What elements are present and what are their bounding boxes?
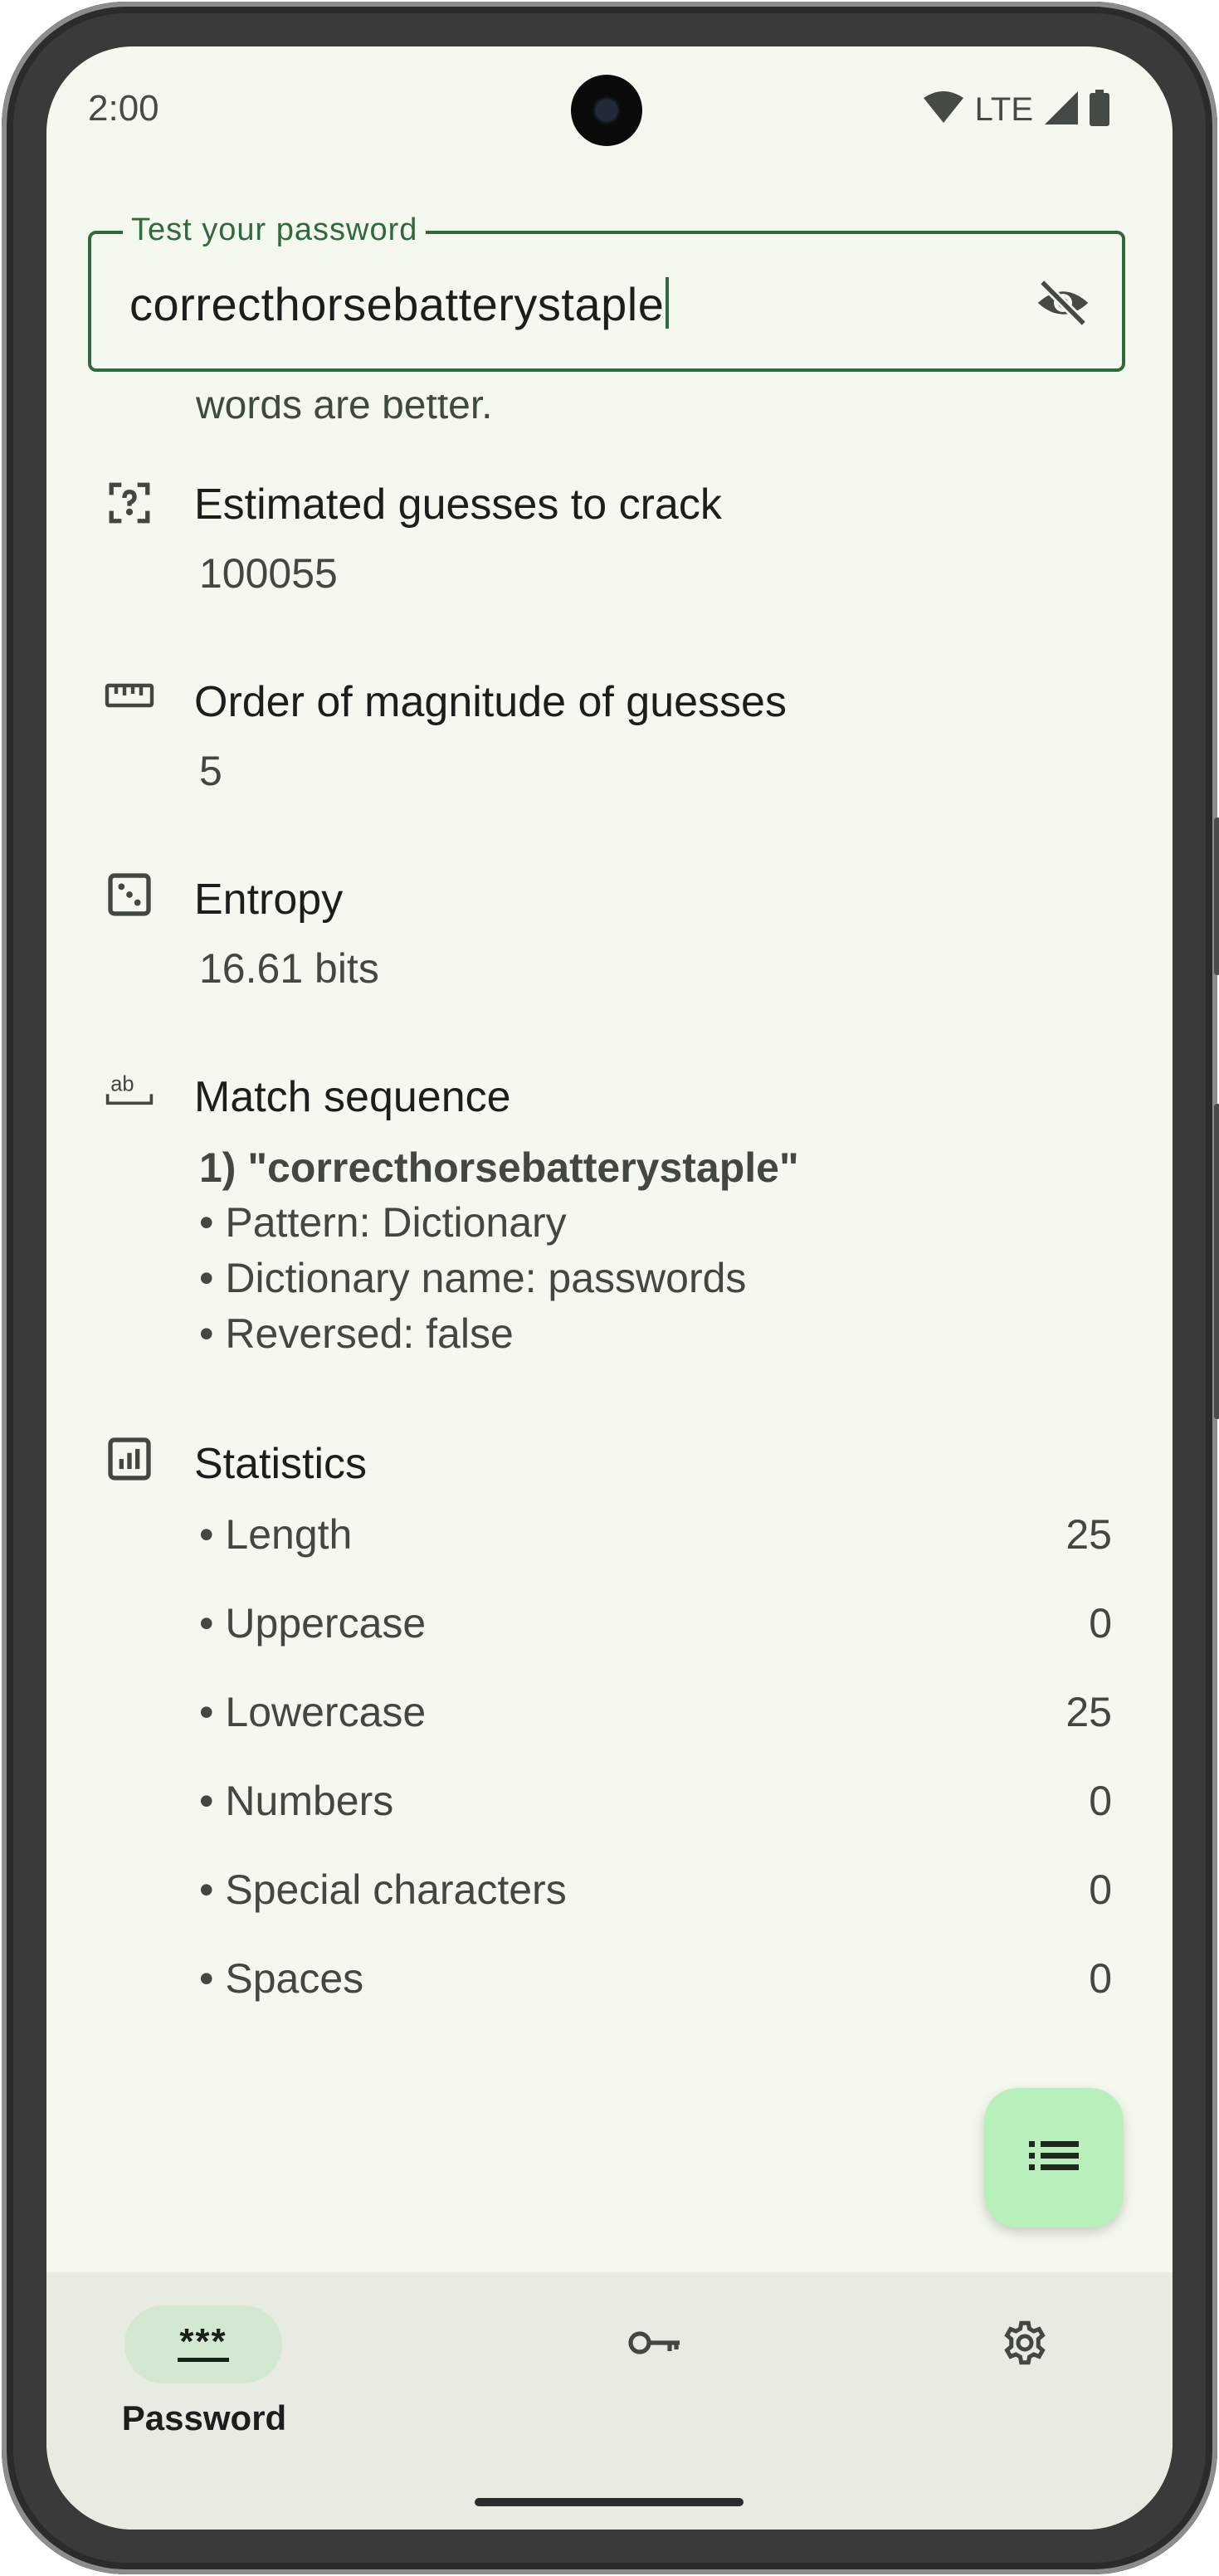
stat-value: 0 bbox=[1089, 1778, 1112, 1824]
volume-button bbox=[1214, 817, 1219, 975]
nav-pill-settings[interactable] bbox=[946, 2305, 1104, 2383]
stat-label: • Length bbox=[199, 1511, 353, 1558]
guesses-title: Estimated guesses to crack bbox=[194, 481, 722, 529]
match-item-pattern: • Pattern: Dictionary bbox=[199, 1199, 567, 1246]
password-icon-underline bbox=[178, 2357, 229, 2362]
entropy-value: 16.61 bits bbox=[199, 945, 379, 992]
ruler-icon bbox=[105, 671, 154, 720]
password-icon: *** bbox=[178, 2320, 229, 2362]
unknown-document-icon bbox=[105, 478, 154, 528]
entropy-title: Entropy bbox=[194, 876, 344, 924]
magnitude-value: 5 bbox=[199, 748, 222, 794]
match-title: Match sequence bbox=[194, 1073, 511, 1121]
password-input-label: Test your password bbox=[123, 212, 427, 248]
stat-value: 0 bbox=[1089, 1600, 1112, 1647]
toggle-visibility-button[interactable] bbox=[1034, 276, 1092, 334]
statistics-chart-icon bbox=[105, 1434, 154, 1484]
text-match-icon: ab bbox=[105, 1064, 154, 1114]
strength-feedback-text: words are better. bbox=[196, 383, 493, 427]
match-item-dictionary: • Dictionary name: passwords bbox=[199, 1255, 747, 1301]
stat-value: 0 bbox=[1089, 1866, 1112, 1913]
results-list[interactable]: words are better. Test your password cor… bbox=[46, 46, 1173, 2530]
password-icon-glyph: *** bbox=[179, 2320, 227, 2362]
list-icon bbox=[1029, 2138, 1079, 2178]
bottom-navigation: *** Password bbox=[46, 2272, 1173, 2530]
nav-label-password: Password bbox=[121, 2398, 287, 2437]
key-icon bbox=[627, 2326, 685, 2364]
nav-item-settings[interactable] bbox=[868, 2272, 1173, 2455]
text-cursor bbox=[666, 277, 670, 329]
stat-label: • Numbers bbox=[199, 1778, 394, 1824]
visibility-off-icon bbox=[1036, 276, 1090, 334]
stat-row-special-characters: • Special characters 0 bbox=[199, 1866, 1112, 1914]
match-item-token: 1) "correcthorsebatterystaple" bbox=[199, 1144, 799, 1191]
stat-row-lowercase: • Lowercase 25 bbox=[199, 1688, 1112, 1736]
nav-pill-generator[interactable] bbox=[577, 2305, 734, 2383]
home-indicator[interactable] bbox=[475, 2498, 744, 2506]
screen: 2:00 LTE words are better. Test your pas… bbox=[46, 46, 1173, 2530]
stat-value: 25 bbox=[1065, 1689, 1112, 1735]
nav-pill-password[interactable]: *** bbox=[124, 2305, 282, 2383]
stat-row-spaces: • Spaces 0 bbox=[199, 1954, 1112, 2003]
password-input-value[interactable]: correcthorsebatterystaple bbox=[129, 277, 670, 331]
nav-item-generator[interactable] bbox=[499, 2272, 814, 2455]
nav-item-password[interactable]: *** Password bbox=[46, 2272, 362, 2455]
stat-row-numbers: • Numbers 0 bbox=[199, 1777, 1112, 1825]
magnitude-title: Order of magnitude of guesses bbox=[194, 678, 787, 726]
stat-label: • Special characters bbox=[199, 1866, 567, 1913]
svg-text:ab: ab bbox=[110, 1073, 134, 1096]
dice-icon bbox=[105, 870, 154, 920]
statistics-title: Statistics bbox=[194, 1440, 368, 1488]
gear-icon bbox=[1000, 2318, 1050, 2372]
guesses-value: 100055 bbox=[199, 550, 338, 597]
stat-label: • Uppercase bbox=[199, 1600, 427, 1647]
password-input[interactable]: Test your password correcthorsebatteryst… bbox=[88, 212, 1125, 372]
stat-label: • Spaces bbox=[199, 1955, 364, 2002]
stat-label: • Lowercase bbox=[199, 1689, 427, 1735]
match-item-reversed: • Reversed: false bbox=[199, 1310, 514, 1357]
stat-value: 0 bbox=[1089, 1955, 1112, 2002]
stat-row-uppercase: • Uppercase 0 bbox=[199, 1599, 1112, 1647]
power-button bbox=[1214, 1104, 1219, 1419]
password-text: correcthorsebatterystaple bbox=[129, 278, 665, 330]
stat-row-length: • Length 25 bbox=[199, 1510, 1112, 1559]
stat-value: 25 bbox=[1065, 1511, 1112, 1558]
list-fab-button[interactable] bbox=[984, 2088, 1124, 2227]
